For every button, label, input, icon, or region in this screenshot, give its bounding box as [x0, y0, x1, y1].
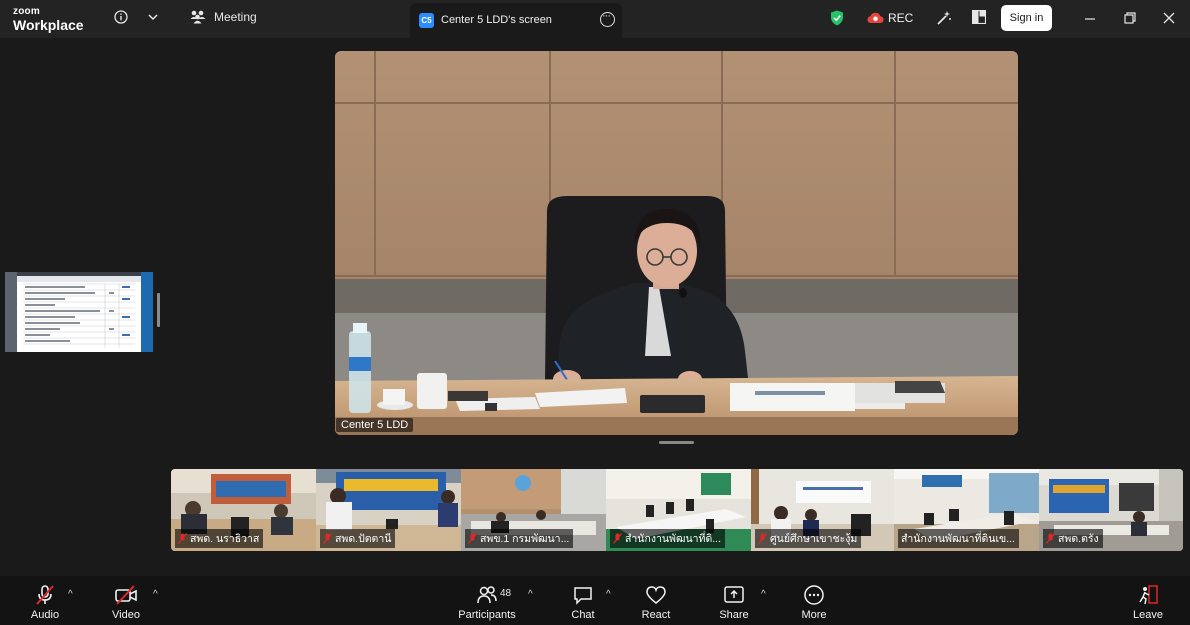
participant-tile[interactable]: สพด. นราธิวาส	[171, 469, 316, 551]
participant-thumbnail-strip: สพด. นราธิวาส สพด.ปัตตานี สพข.1 กรมพัฒนา…	[171, 469, 1183, 551]
mic-muted-icon	[758, 533, 767, 544]
chat-button[interactable]: Chat	[565, 576, 601, 625]
gallery-resize-handle[interactable]	[659, 441, 694, 444]
mic-muted-icon	[468, 533, 477, 544]
leave-label: Leave	[1133, 609, 1163, 621]
participant-tile[interactable]: สพด.ตรัง	[1039, 469, 1183, 551]
audio-label: Audio	[30, 609, 60, 621]
participant-name-label: สพด.ปัตตานี	[335, 533, 392, 545]
meeting-toolbar: Audio Video Participants Chat React Shar…	[0, 576, 1190, 625]
close-icon[interactable]	[1162, 11, 1176, 25]
shared-document-thumbnail[interactable]	[5, 272, 153, 352]
participants-label: Participants	[458, 609, 516, 621]
main-speaker-video	[335, 51, 1018, 435]
participants-icon	[477, 586, 497, 604]
chevron-down-icon[interactable]	[146, 10, 160, 24]
people-icon	[190, 10, 206, 24]
tab-title: Center 5 LDD's screen	[441, 14, 552, 26]
cloud-record-icon	[867, 12, 884, 23]
tab-badge: C5	[419, 13, 434, 28]
participant-name: สพด.ตรัง	[1043, 529, 1103, 548]
participant-name: สพข.1 กรมพัฒนา...	[465, 529, 574, 548]
video-label: Video	[112, 609, 140, 621]
participant-name: สพด. นราธิวาส	[175, 529, 264, 548]
video-off-icon	[115, 585, 137, 605]
audio-button[interactable]: Audio	[25, 576, 65, 625]
participant-name-label: สพด.ตรัง	[1058, 533, 1099, 545]
participant-name-label: สำนักงานพัฒนาที่ดินเข...	[901, 533, 1015, 545]
sign-in-button[interactable]: Sign in	[1001, 5, 1052, 31]
participant-name-label: สพด. นราธิวาส	[190, 533, 260, 545]
share-label: Share	[719, 609, 749, 621]
title-bar: zoom Workplace Meeting C5 Center 5 LDD's…	[0, 0, 1190, 38]
react-button[interactable]: React	[638, 576, 674, 625]
participant-name: สำนักงานพัฒนาที่ดิ...	[610, 529, 726, 548]
more-label: More	[801, 609, 827, 621]
screen-share-tab[interactable]: C5 Center 5 LDD's screen	[410, 3, 622, 38]
chat-label: Chat	[571, 609, 595, 621]
layout-view-icon[interactable]	[971, 9, 987, 25]
heart-icon	[646, 586, 666, 604]
participants-button[interactable]: Participants	[455, 576, 519, 625]
mic-muted-icon	[323, 533, 332, 544]
participant-name: ศูนย์ศึกษาเขาชะงุ้ม	[755, 529, 862, 548]
more-icon	[804, 585, 824, 605]
video-button[interactable]: Video	[105, 576, 147, 625]
brand-small: zoom	[13, 6, 40, 17]
leave-button[interactable]: Leave	[1130, 576, 1166, 625]
brand-big: Workplace	[13, 17, 84, 33]
mic-muted-icon	[613, 533, 622, 544]
participants-options-caret[interactable]: ^	[528, 589, 533, 600]
participant-tile[interactable]: สพข.1 กรมพัฒนา...	[461, 469, 606, 551]
mic-muted-icon	[36, 585, 54, 605]
participant-tile[interactable]: สำนักงานพัฒนาที่ดิ...	[606, 469, 751, 551]
audio-options-caret[interactable]: ^	[68, 589, 73, 600]
rec-label: REC	[888, 11, 914, 25]
info-icon[interactable]	[113, 9, 129, 25]
participant-tile[interactable]: สพด.ปัตตานี	[316, 469, 461, 551]
mic-muted-icon	[178, 533, 187, 544]
shield-icon[interactable]	[829, 9, 845, 27]
mic-muted-icon	[1046, 533, 1055, 544]
more-button[interactable]: More	[796, 576, 832, 625]
participant-name-label: สำนักงานพัฒนาที่ดิ...	[625, 533, 722, 545]
chat-options-caret[interactable]: ^	[606, 589, 611, 600]
participants-count: 48	[500, 588, 512, 599]
main-video-name-label: Center 5 LDD	[336, 418, 414, 432]
magic-wand-icon[interactable]	[935, 9, 953, 27]
participant-name-label: ศูนย์ศึกษาเขาชะงุ้ม	[770, 533, 858, 545]
thumbnail-resize-handle[interactable]	[157, 293, 160, 327]
leave-icon	[1139, 585, 1158, 605]
record-button[interactable]: REC	[867, 11, 913, 25]
video-options-caret[interactable]: ^	[153, 589, 158, 600]
participant-name: สพด.ปัตตานี	[320, 529, 396, 548]
share-screen-icon	[724, 586, 744, 603]
more-options-icon[interactable]	[600, 10, 615, 27]
meeting-label: Meeting	[214, 10, 257, 24]
restore-icon[interactable]	[1123, 11, 1137, 25]
share-options-caret[interactable]: ^	[761, 589, 766, 600]
participant-tile[interactable]: ศูนย์ศึกษาเขาชะงุ้ม	[751, 469, 894, 551]
meeting-menu[interactable]: Meeting	[190, 10, 257, 24]
participant-name: สำนักงานพัฒนาที่ดินเข...	[898, 529, 1019, 548]
participant-tile[interactable]: สำนักงานพัฒนาที่ดินเข...	[894, 469, 1039, 551]
zoom-workplace-logo: zoom Workplace	[13, 6, 84, 33]
participant-name-label: สพข.1 กรมพัฒนา...	[480, 533, 570, 545]
share-button[interactable]: Share	[716, 576, 752, 625]
chat-icon	[574, 587, 592, 605]
minimize-icon[interactable]	[1083, 11, 1097, 25]
react-label: React	[641, 609, 671, 621]
